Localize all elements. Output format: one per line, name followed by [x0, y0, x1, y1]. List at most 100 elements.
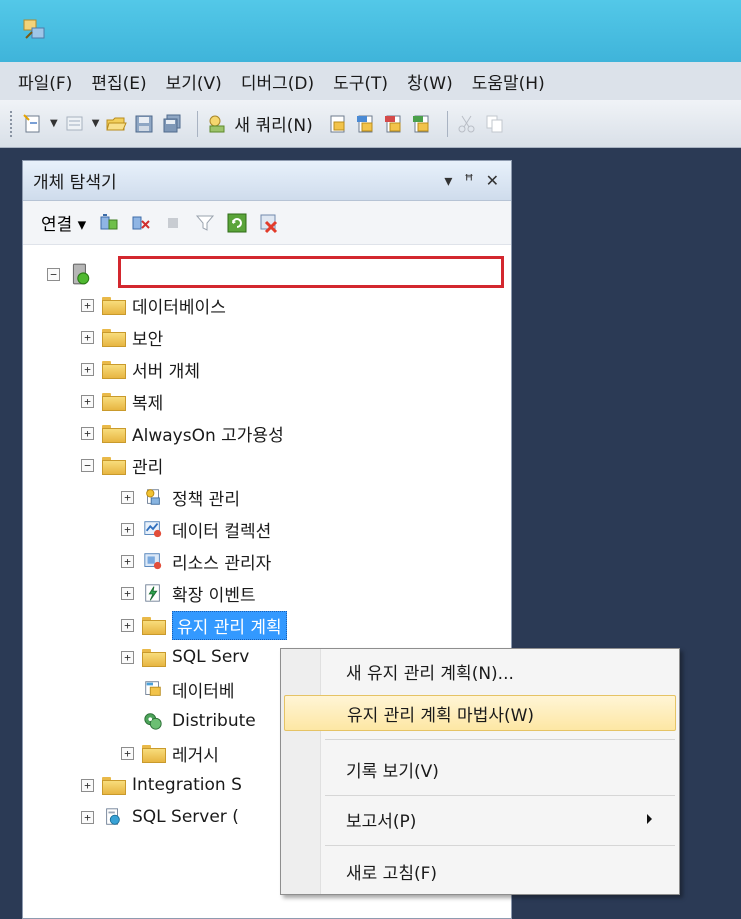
- menu-tools[interactable]: 도구(T): [333, 69, 388, 94]
- connect-object-explorer-icon[interactable]: [98, 212, 120, 234]
- add-item-dropdown-icon[interactable]: ▼: [92, 118, 100, 129]
- context-menu-separator: [325, 845, 675, 846]
- analysis-dmx-query-icon[interactable]: [383, 113, 405, 135]
- expand-toggle[interactable]: +: [81, 394, 94, 408]
- ssms-window: 파일(F) 편집(E) 보기(V) 디버그(D) 도구(T) 창(W) 도움말(…: [0, 0, 741, 919]
- tree-row[interactable]: + 복제: [81, 386, 163, 416]
- tree-label-security[interactable]: 보안: [132, 325, 163, 350]
- new-project-icon[interactable]: [22, 113, 44, 135]
- tree-label-databases[interactable]: 데이터베이스: [132, 293, 226, 318]
- folder-icon: [142, 617, 166, 635]
- distributed-transaction-coordinator-icon: [144, 713, 162, 730]
- tree-label-sql-server-agent[interactable]: SQL Server (: [132, 807, 239, 827]
- expand-toggle[interactable]: +: [121, 746, 134, 760]
- expand-toggle[interactable]: +: [81, 778, 94, 792]
- tree-label-data-collection[interactable]: 데이터 컬렉션: [172, 517, 271, 542]
- expand-toggle[interactable]: +: [81, 362, 94, 376]
- tree-label-legacy[interactable]: 레거시: [172, 741, 219, 766]
- menu-window[interactable]: 창(W): [407, 69, 453, 94]
- tree-label-distributed-transaction[interactable]: Distribute: [172, 711, 256, 731]
- save-all-icon[interactable]: [161, 113, 183, 135]
- sql-server-agent-icon: [106, 808, 120, 825]
- new-query-button[interactable]: 새 쿼리(N): [234, 111, 312, 136]
- expand-toggle[interactable]: +: [121, 522, 134, 536]
- tree-row-server[interactable]: −: [47, 259, 100, 289]
- expand-toggle[interactable]: +: [121, 490, 134, 504]
- cut-icon[interactable]: [456, 113, 478, 135]
- refresh-icon[interactable]: [226, 212, 248, 234]
- tree-row[interactable]: + SQL Serv: [121, 642, 249, 672]
- tree-row-maintenance-plans[interactable]: + 유지 관리 계획: [121, 610, 287, 640]
- tree-row[interactable]: + 레거시: [121, 738, 219, 768]
- analysis-mdx-query-icon[interactable]: [355, 113, 377, 135]
- tree-row[interactable]: 데이터베: [142, 674, 235, 704]
- menu-view[interactable]: 보기(V): [166, 69, 222, 94]
- expand-toggle[interactable]: +: [81, 426, 94, 440]
- tree-label-policy-management[interactable]: 정책 관리: [172, 485, 240, 510]
- expand-toggle[interactable]: +: [121, 586, 134, 600]
- menu-help[interactable]: 도움말(H): [472, 69, 545, 94]
- auto-hide-pin-icon[interactable]: ꟸ: [464, 171, 473, 190]
- window-position-dropdown-icon[interactable]: ▾: [444, 171, 452, 190]
- tree-row[interactable]: + SQL Server (: [81, 802, 239, 832]
- toolbar-grip[interactable]: [10, 110, 14, 137]
- collapse-toggle[interactable]: −: [47, 267, 60, 281]
- analysis-xmla-query-icon[interactable]: [411, 113, 433, 135]
- policy-management-icon: [146, 489, 160, 505]
- standard-toolbar: ▼ ▼ 새 쿼리(N): [0, 100, 741, 148]
- ssms-app-icon[interactable]: [22, 18, 48, 42]
- filter-icon[interactable]: [194, 212, 216, 234]
- context-item-new-maintenance-plan[interactable]: 새 유지 관리 계획(N)...: [284, 653, 676, 689]
- open-file-icon[interactable]: [105, 113, 128, 135]
- context-item-refresh[interactable]: 새로 고침(F): [284, 853, 676, 889]
- tree-label-server-objects[interactable]: 서버 개체: [132, 357, 200, 382]
- expand-toggle[interactable]: +: [121, 554, 134, 568]
- expand-toggle[interactable]: +: [121, 650, 134, 664]
- tree-row[interactable]: − 관리: [81, 450, 163, 480]
- context-item-maintenance-plan-wizard[interactable]: 유지 관리 계획 마법사(W): [284, 695, 676, 731]
- tree-row[interactable]: + 데이터 컬렉션: [121, 514, 271, 544]
- tree-label-resource-governor[interactable]: 리소스 관리자: [172, 549, 271, 574]
- new-query-icon[interactable]: [206, 113, 228, 135]
- tree-label-integration-services[interactable]: Integration S: [132, 775, 242, 795]
- menu-debug[interactable]: 디버그(D): [241, 69, 314, 94]
- database-engine-query-icon[interactable]: [327, 113, 349, 135]
- tree-row[interactable]: + Integration S: [81, 770, 242, 800]
- disconnect-icon[interactable]: [130, 212, 152, 234]
- new-project-dropdown-icon[interactable]: ▼: [50, 118, 58, 129]
- save-icon[interactable]: [133, 113, 155, 135]
- tree-row[interactable]: + 서버 개체: [81, 354, 200, 384]
- tree-label-database-mail[interactable]: 데이터베: [172, 677, 235, 702]
- tree-row[interactable]: + AlwaysOn 고가용성: [81, 418, 284, 448]
- stop-icon[interactable]: [162, 212, 184, 234]
- menu-file[interactable]: 파일(F): [18, 69, 72, 94]
- collapse-toggle[interactable]: −: [81, 458, 94, 472]
- tree-label-extended-events[interactable]: 확장 이벤트: [172, 581, 256, 606]
- tree-label-alwayson[interactable]: AlwaysOn 고가용성: [132, 421, 284, 446]
- context-item-view-history[interactable]: 기록 보기(V): [284, 751, 676, 787]
- tree-label-sql-server-logs[interactable]: SQL Serv: [172, 647, 249, 667]
- expand-toggle[interactable]: +: [81, 298, 94, 312]
- tree-row[interactable]: + 정책 관리: [121, 482, 240, 512]
- context-item-reports-label: 보고서(P): [346, 811, 417, 832]
- tree-label-maintenance-plans[interactable]: 유지 관리 계획: [172, 610, 287, 640]
- toolbar-separator: [446, 110, 448, 137]
- tree-row[interactable]: + 보안: [81, 322, 163, 352]
- menu-bar: 파일(F) 편집(E) 보기(V) 디버그(D) 도구(T) 창(W) 도움말(…: [0, 62, 741, 100]
- tree-row[interactable]: Distribute: [142, 706, 256, 736]
- tree-row[interactable]: + 데이터베이스: [81, 290, 226, 320]
- close-icon[interactable]: ✕: [486, 171, 499, 190]
- tree-label-management[interactable]: 관리: [132, 453, 163, 478]
- copy-icon[interactable]: [484, 113, 506, 135]
- tree-row[interactable]: + 확장 이벤트: [121, 578, 256, 608]
- expand-toggle[interactable]: +: [81, 810, 94, 824]
- expand-toggle[interactable]: +: [121, 618, 134, 632]
- menu-edit[interactable]: 편집(E): [91, 69, 146, 94]
- context-item-reports[interactable]: 보고서(P): [284, 801, 676, 837]
- tree-label-replication[interactable]: 복제: [132, 389, 163, 414]
- connect-button[interactable]: 연결 ▾: [41, 210, 86, 235]
- add-item-icon[interactable]: [64, 113, 86, 135]
- tree-row[interactable]: + 리소스 관리자: [121, 546, 271, 576]
- expand-toggle[interactable]: +: [81, 330, 94, 344]
- activity-monitor-icon[interactable]: [258, 212, 280, 234]
